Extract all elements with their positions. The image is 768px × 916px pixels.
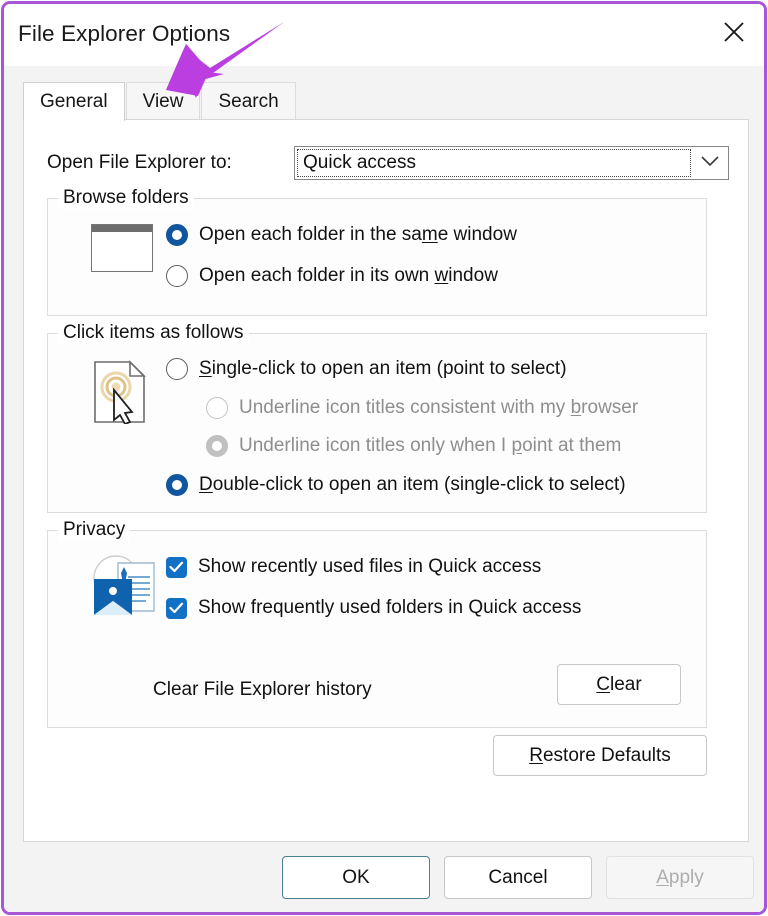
cancel-button[interactable]: Cancel [444,856,592,899]
tab-search-label: Search [218,90,279,112]
radio-underline-browser: Underline icon titles consistent with my… [206,397,638,419]
browse-folders-group: Browse folders Open each folder in the s… [47,187,707,316]
checkbox-recently-used-files-label: Show recently used files in Quick access [198,556,542,577]
page-title: File Explorer Options [18,21,231,46]
title-bar: File Explorer Options [4,4,764,66]
open-file-explorer-to-label: Open File Explorer to: [47,152,232,173]
file-explorer-options-dialog: File Explorer Options General View Searc… [1,1,767,915]
browse-folders-legend: Browse folders [58,187,194,209]
radio-indicator [206,435,228,457]
restore-defaults-button-label: Restore Defaults [529,744,671,766]
window-icon [91,224,153,272]
combobox-value: Quick access [303,152,416,173]
ok-button[interactable]: OK [282,856,430,899]
dialog-footer: OK Cancel Apply [4,842,764,912]
tab-general[interactable]: General [23,82,125,121]
tab-view[interactable]: View [125,82,201,120]
radio-single-click-label: Single-click to open an item (point to s… [199,358,567,379]
privacy-shield-document-icon [88,553,160,624]
privacy-legend: Privacy [58,519,131,541]
document-cursor-icon [92,360,148,429]
radio-own-window-label: Open each folder in its own window [199,265,498,286]
tab-strip: General View Search [4,66,764,121]
cancel-button-label: Cancel [488,866,548,888]
radio-underline-point: Underline icon titles only when I point … [206,435,621,457]
radio-same-window-label: Open each folder in the same window [199,224,517,245]
radio-indicator [166,358,188,380]
tab-general-label: General [40,90,108,112]
radio-double-click-label: Double-click to open an item (single-cli… [199,474,626,495]
tab-search[interactable]: Search [201,82,296,120]
open-file-explorer-to-row: Open File Explorer to: Quick access [47,146,729,180]
checkbox-indicator [166,597,187,619]
privacy-group: Privacy Show recently used files in Quic… [47,519,707,728]
checkbox-indicator [166,556,187,578]
radio-double-click[interactable]: Double-click to open an item (single-cli… [166,474,626,496]
radio-underline-browser-label: Underline icon titles consistent with my… [239,397,639,418]
radio-indicator [166,474,188,496]
chevron-down-icon [701,154,719,172]
open-file-explorer-to-combobox[interactable]: Quick access [294,146,729,180]
checkbox-frequently-used-folders-label: Show frequently used folders in Quick ac… [198,597,582,618]
tab-view-label: View [142,90,184,112]
general-tab-panel: Open File Explorer to: Quick access Brow… [23,119,749,842]
clear-history-label: Clear File Explorer history [153,679,372,700]
combobox-focus-outline: Quick access [297,149,691,177]
ok-button-label: OK [342,866,370,888]
restore-defaults-button[interactable]: Restore Defaults [493,735,707,776]
radio-indicator [166,224,188,246]
radio-same-window[interactable]: Open each folder in the same window [166,224,517,246]
radio-single-click[interactable]: Single-click to open an item (point to s… [166,358,567,380]
checkbox-frequently-used-folders[interactable]: Show frequently used folders in Quick ac… [166,597,581,619]
close-button[interactable] [704,4,764,60]
radio-indicator [166,265,188,287]
apply-button-label: Apply [656,866,704,888]
clear-button-label: Clear [596,673,642,695]
checkbox-recently-used-files[interactable]: Show recently used files in Quick access [166,556,541,578]
radio-underline-point-label: Underline icon titles only when I point … [239,435,622,456]
radio-indicator [206,397,228,419]
clear-button[interactable]: Clear [557,664,681,705]
apply-button: Apply [606,856,754,899]
click-items-group: Click items as follows Single-click to o… [47,322,707,513]
close-icon [721,19,747,45]
radio-own-window[interactable]: Open each folder in its own window [166,265,498,287]
click-items-legend: Click items as follows [58,322,249,344]
